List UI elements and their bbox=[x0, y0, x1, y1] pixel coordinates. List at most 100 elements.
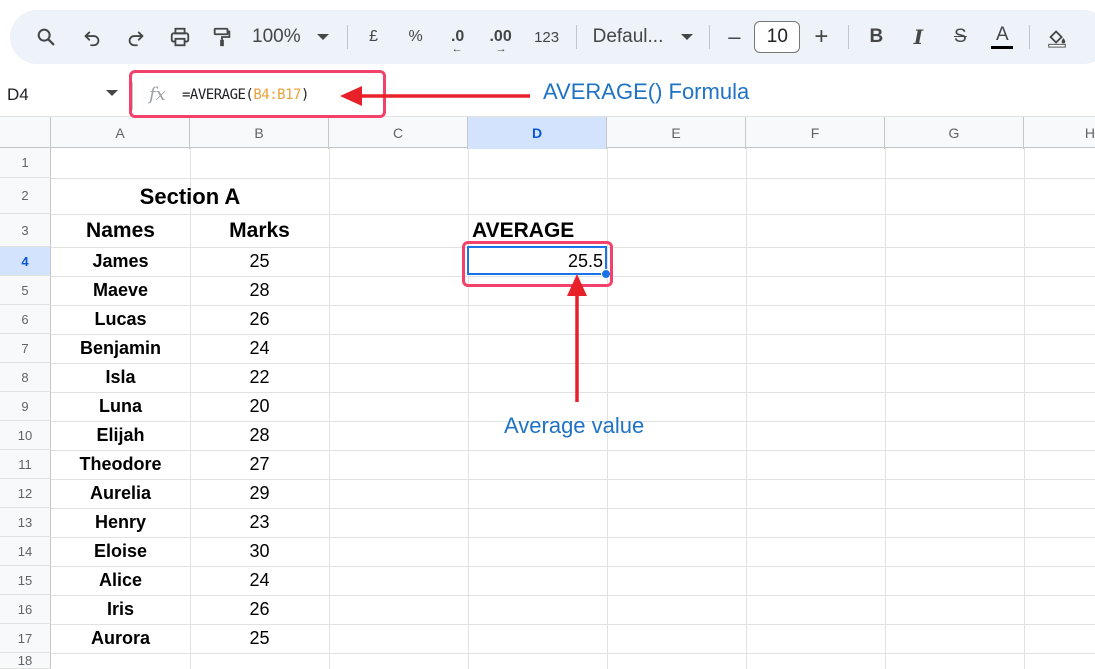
row-header-6[interactable]: 6 bbox=[0, 305, 51, 334]
row-header-10[interactable]: 10 bbox=[0, 421, 51, 450]
cell-name[interactable]: Alice bbox=[51, 566, 190, 595]
font-size-input[interactable]: 10 bbox=[754, 21, 801, 53]
cell-mark[interactable]: 29 bbox=[190, 479, 329, 508]
arrow-right-icon: → bbox=[495, 43, 507, 55]
cell-mark[interactable]: 24 bbox=[190, 334, 329, 363]
cell-name[interactable]: James bbox=[51, 247, 190, 276]
cell-name[interactable]: Aurora bbox=[51, 624, 190, 653]
redo-button[interactable] bbox=[120, 21, 152, 53]
cell-name[interactable]: Luna bbox=[51, 392, 190, 421]
row-header-1[interactable]: 1 bbox=[0, 148, 51, 178]
toolbar-divider bbox=[575, 25, 577, 49]
italic-button[interactable]: I bbox=[903, 21, 933, 53]
cell-name[interactable]: Henry bbox=[51, 508, 190, 537]
column-header-a[interactable]: A bbox=[51, 117, 190, 149]
cell-mark[interactable]: 22 bbox=[190, 363, 329, 392]
search-menus-button[interactable] bbox=[30, 21, 62, 53]
cell-name[interactable]: Lucas bbox=[51, 305, 190, 334]
column-header-f[interactable]: F bbox=[746, 117, 885, 149]
toolbar-divider bbox=[1029, 25, 1031, 49]
cell-mark[interactable]: 26 bbox=[190, 305, 329, 334]
zoom-value: 100% bbox=[252, 26, 301, 47]
row-header-3[interactable]: 3 bbox=[0, 214, 51, 247]
cell-name[interactable]: Benjamin bbox=[51, 334, 190, 363]
row-header-16[interactable]: 16 bbox=[0, 595, 51, 624]
corner-select-all[interactable] bbox=[0, 117, 51, 149]
column-header-d[interactable]: D bbox=[468, 117, 607, 149]
row-header-14[interactable]: 14 bbox=[0, 537, 51, 566]
cell-mark[interactable]: 26 bbox=[190, 595, 329, 624]
row-header-9[interactable]: 9 bbox=[0, 392, 51, 421]
value-highlight-box bbox=[462, 241, 613, 287]
redo-icon bbox=[128, 31, 144, 47]
cell-name[interactable]: Aurelia bbox=[51, 479, 190, 508]
cell-name[interactable]: Maeve bbox=[51, 276, 190, 305]
cell-name[interactable]: Isla bbox=[51, 363, 190, 392]
cell-header-marks[interactable]: Marks bbox=[190, 214, 329, 247]
cell-name[interactable]: Elijah bbox=[51, 421, 190, 450]
text-color-label: A bbox=[996, 23, 1009, 45]
decrease-font-size-button[interactable]: – bbox=[722, 21, 746, 53]
toolbar: 100% £ % .0 ← .00 → 123 Defaul... – 10 +… bbox=[10, 10, 1095, 64]
grid-line bbox=[1024, 148, 1025, 669]
row-header-13[interactable]: 13 bbox=[0, 508, 51, 537]
cell-mark[interactable]: 28 bbox=[190, 276, 329, 305]
column-header-g[interactable]: G bbox=[885, 117, 1024, 149]
cell-mark[interactable]: 27 bbox=[190, 450, 329, 479]
row-header-11[interactable]: 11 bbox=[0, 450, 51, 479]
print-icon bbox=[170, 27, 190, 47]
row-header-17[interactable]: 17 bbox=[0, 624, 51, 653]
strikethrough-button[interactable]: S bbox=[945, 21, 975, 53]
paint-format-icon bbox=[213, 27, 231, 47]
cell-mark[interactable]: 24 bbox=[190, 566, 329, 595]
bold-button[interactable]: B bbox=[861, 21, 891, 53]
chevron-down-icon[interactable] bbox=[106, 90, 118, 96]
toolbar-divider bbox=[346, 25, 348, 49]
row-header-2[interactable]: 2 bbox=[0, 178, 51, 214]
cell-mark[interactable]: 23 bbox=[190, 508, 329, 537]
formula-highlight-box bbox=[129, 70, 386, 118]
row-header-12[interactable]: 12 bbox=[0, 479, 51, 508]
cell-mark[interactable]: 28 bbox=[190, 421, 329, 450]
zoom-select[interactable]: 100% bbox=[252, 21, 329, 53]
cell-name[interactable]: Eloise bbox=[51, 537, 190, 566]
column-header-b[interactable]: B bbox=[190, 117, 329, 149]
paint-format-button[interactable] bbox=[206, 21, 238, 53]
column-header-e[interactable]: E bbox=[607, 117, 746, 149]
cell-name[interactable]: Iris bbox=[51, 595, 190, 624]
name-box[interactable]: D4 bbox=[7, 85, 29, 105]
cell-section-title[interactable]: Section A bbox=[51, 180, 329, 214]
cell-mark[interactable]: 30 bbox=[190, 537, 329, 566]
column-header-c[interactable]: C bbox=[329, 117, 468, 149]
row-header-18[interactable]: 18 bbox=[0, 653, 51, 669]
cell-mark[interactable]: 20 bbox=[190, 392, 329, 421]
column-header-h[interactable]: H bbox=[1024, 117, 1095, 149]
currency-format-button[interactable]: £ bbox=[360, 21, 388, 53]
grid-line bbox=[329, 148, 330, 669]
cell-mark[interactable]: 25 bbox=[190, 247, 329, 276]
row-header-5[interactable]: 5 bbox=[0, 276, 51, 305]
font-family-select[interactable]: Defaul... bbox=[593, 21, 694, 53]
cell-name[interactable]: Theodore bbox=[51, 450, 190, 479]
row-header-8[interactable]: 8 bbox=[0, 363, 51, 392]
toolbar-divider bbox=[848, 25, 850, 49]
text-color-button[interactable]: A bbox=[987, 21, 1017, 53]
cell-header-names[interactable]: Names bbox=[51, 214, 190, 247]
row-header-4[interactable]: 4 bbox=[0, 247, 51, 276]
grid-line bbox=[51, 653, 1095, 654]
column-header-row: A B C D E F G H bbox=[0, 116, 1095, 149]
row-header-7[interactable]: 7 bbox=[0, 334, 51, 363]
fill-color-button[interactable] bbox=[1042, 21, 1072, 53]
increase-decimal-button[interactable]: .00 → bbox=[484, 21, 518, 55]
decrease-decimal-button[interactable]: .0 ← bbox=[442, 21, 474, 55]
row-header-15[interactable]: 15 bbox=[0, 566, 51, 595]
cell-mark[interactable]: 25 bbox=[190, 624, 329, 653]
toolbar-divider bbox=[709, 25, 711, 49]
more-formats-button[interactable]: 123 bbox=[530, 21, 564, 53]
percent-format-button[interactable]: % bbox=[402, 21, 430, 53]
increase-font-size-button[interactable]: + bbox=[806, 21, 836, 53]
search-icon bbox=[37, 28, 55, 46]
undo-button[interactable] bbox=[76, 21, 108, 53]
print-button[interactable] bbox=[164, 21, 196, 53]
arrow-left-icon: ← bbox=[451, 43, 463, 55]
